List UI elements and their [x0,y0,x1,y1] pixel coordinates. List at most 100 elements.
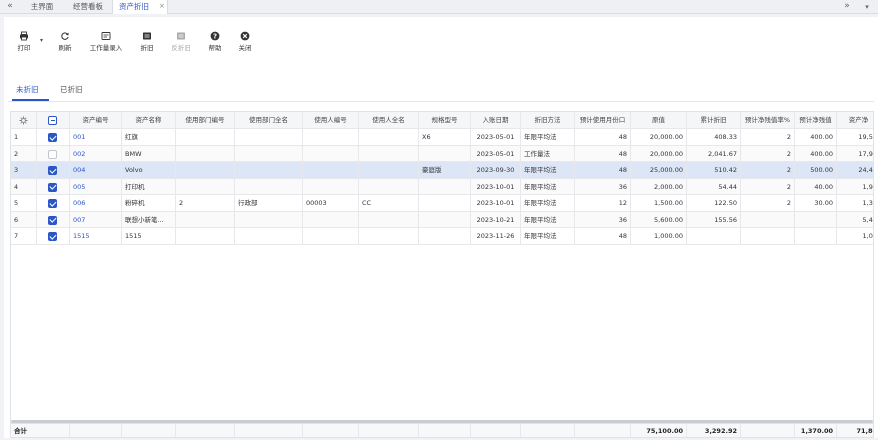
tab-dashboard[interactable]: 经营看板 [64,0,112,14]
tab-menu-chevron-down-icon[interactable]: ▾ [861,1,873,13]
asset-name: BMW [122,145,176,161]
dept-name [235,211,303,227]
refresh-button[interactable]: 刷新 [54,31,76,55]
main-panel: 打印 ▾ 刷新 工作量录入 折旧 反折旧 ? 帮助 关闭 未折旧 已折旧 资产编… [4,17,878,438]
asset-code-link[interactable]: 005 [70,178,122,194]
row-checkbox[interactable] [48,149,57,159]
select-all-checkbox[interactable] [48,116,57,125]
dept-name: 行政部 [235,195,303,211]
original-value: 1,500.00 [631,195,687,211]
salvage-value [795,228,837,244]
header-months[interactable]: 预计使用月份口 [575,112,631,128]
header-dept-name[interactable]: 使用部门全名 [235,112,303,128]
table-row[interactable]: 6 007 联想小新笔... 2023-10-21 年限平均法 36 5,600.00 155… [11,211,873,228]
row-checkbox[interactable] [48,232,57,241]
reverse-depreciate-button[interactable]: 反折旧 [168,31,194,55]
dept-no [176,228,235,244]
select-all-checkbox-cell[interactable] [37,112,70,128]
table-row[interactable]: 5 006 粉碎机 2 行政部 00003 CC 2023-10-01 年限平均法 12 1,500… [11,195,873,212]
row-checkbox-cell[interactable] [37,145,70,161]
asset-code-link[interactable]: 1515 [70,228,122,244]
header-salvage-rate[interactable]: 预计净残值率% [741,112,795,128]
grid-footer-row: 合计 75,100.00 3,292.92 1,370.00 71,80 [11,423,873,437]
row-checkbox[interactable] [48,215,57,225]
printer-icon [20,31,28,41]
salvage-value [795,211,837,227]
user-name [359,228,419,244]
salvage-value: 400.00 [795,145,837,161]
header-original-value[interactable]: 原值 [631,112,687,128]
tab-label: 资产折旧 [119,2,149,11]
subtab-not-depreciated[interactable]: 未折旧 [16,84,39,95]
close-button[interactable]: 关闭 [234,31,256,55]
table-row[interactable]: 3 004 Volvo 豪庭版 2023-09-30 年限平均法 48 25,000.00 51… [11,162,873,179]
header-asset-name[interactable]: 资产名称 [122,112,176,128]
salvage-value: 30.00 [795,195,837,211]
header-user-no[interactable]: 使用人编号 [303,112,359,128]
asset-code-link[interactable]: 007 [70,211,122,227]
tab-scroll-left-icon[interactable]: « [4,1,16,13]
entry-date: 2023-05-01 [471,145,521,161]
months: 36 [575,211,631,227]
row-checkbox-cell[interactable] [37,195,70,211]
header-asset-code[interactable]: 资产编号 [70,112,122,128]
row-checkbox-cell[interactable] [37,162,70,178]
asset-code-link[interactable]: 006 [70,195,122,211]
row-checkbox[interactable] [48,199,57,208]
net-value: 19,59 [837,129,873,145]
row-checkbox[interactable] [48,133,57,142]
tab-asset-depreciation[interactable]: 资产折旧 × [112,0,168,14]
footer-cell-empty [303,424,359,437]
entry-date: 2023-05-01 [471,129,521,145]
row-checkbox-cell[interactable] [37,178,70,194]
workload-entry-button[interactable]: 工作量录入 [86,31,126,55]
net-value: 1,00 [837,228,873,244]
table-row[interactable]: 4 005 打印机 2023-10-01 年限平均法 36 2,000.00 54.44 2 40… [11,178,873,195]
header-accumulated[interactable]: 累计折旧 [687,112,741,128]
footer-cell-empty [419,424,471,437]
close-icon[interactable]: × [159,0,165,13]
entry-date: 2023-10-21 [471,211,521,227]
asset-code-link[interactable]: 001 [70,129,122,145]
column-settings[interactable] [11,112,37,128]
depreciate-button[interactable]: 折旧 [136,31,158,55]
row-checkbox-cell[interactable] [37,211,70,227]
user-name [359,145,419,161]
print-label: 打印 [17,44,31,52]
depreciation-method: 年限平均法 [521,195,575,211]
months: 12 [575,195,631,211]
depreciation-method: 年限平均法 [521,162,575,178]
salvage-rate: 2 [741,195,795,211]
header-net-value[interactable]: 资产净 [837,112,873,128]
footer-cell-empty [359,424,419,437]
row-checkbox-cell[interactable] [37,129,70,145]
header-salvage-value[interactable]: 预计净残值 [795,112,837,128]
asset-name: 红旗 [122,129,176,145]
help-button[interactable]: ? 帮助 [204,31,226,55]
table-row[interactable]: 7 15151515 2023-11-26年限平均法481,000.00 1,00 [11,228,873,245]
row-checkbox[interactable] [48,182,57,192]
user-no [303,228,359,244]
accumulated-depreciation: 408.33 [687,129,741,145]
header-user-name[interactable]: 使用人全名 [359,112,419,128]
row-checkbox[interactable] [48,166,57,175]
header-dept-no[interactable]: 使用部门编号 [176,112,235,128]
row-index: 5 [11,195,37,211]
tab-home[interactable]: 主界面 [22,0,62,14]
asset-code-link[interactable]: 004 [70,162,122,178]
header-entry-date[interactable]: 入账日期 [471,112,521,128]
header-spec[interactable]: 规格型号 [419,112,471,128]
print-button[interactable]: 打印 [12,31,36,55]
tab-scroll-right-icon[interactable]: » [840,1,854,13]
table-row[interactable]: 1 001 红旗 X6 2023-05-01 年限平均法 48 20,000.00 408.33… [11,129,873,146]
asset-code-link[interactable]: 002 [70,145,122,161]
user-no [303,145,359,161]
subtab-depreciated[interactable]: 已折旧 [60,84,83,95]
close-label: 关闭 [238,44,252,52]
print-dropdown-chevron-down-icon[interactable]: ▾ [40,37,43,44]
spec [419,211,471,227]
header-method[interactable]: 折旧方法 [521,112,575,128]
row-checkbox-cell[interactable] [37,228,70,244]
user-no [303,178,359,194]
table-row[interactable]: 2 002 BMW 2023-05-01 工作量法 48 20,000.00 2,041.67… [11,145,873,162]
